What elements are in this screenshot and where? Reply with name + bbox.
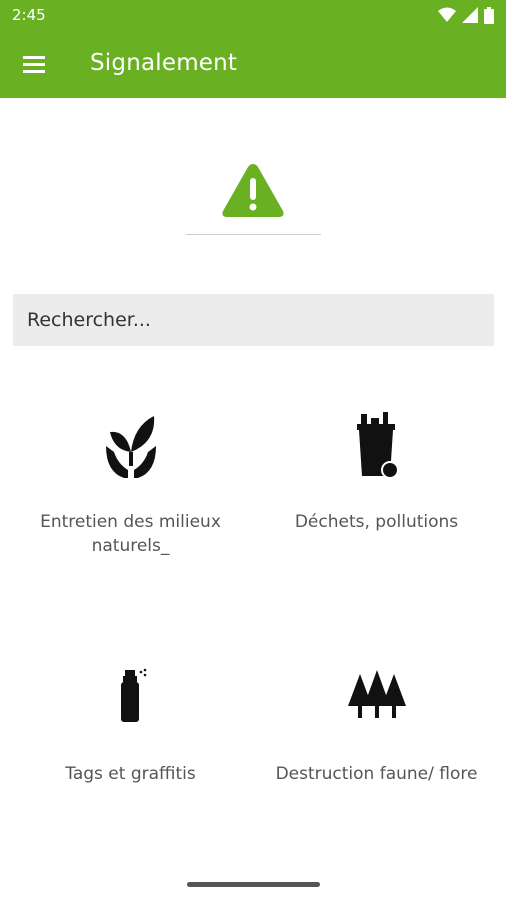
wifi-icon bbox=[438, 7, 456, 22]
battery-icon bbox=[484, 6, 494, 24]
alert-header bbox=[0, 98, 506, 248]
gesture-bar[interactable] bbox=[187, 882, 320, 887]
status-bar: 2:45 bbox=[0, 0, 506, 30]
category-entretien[interactable]: Entretien des milieux naturels_ bbox=[4, 412, 257, 558]
page-title: Signalement bbox=[90, 50, 238, 76]
category-label: Tags et graffitis bbox=[65, 764, 196, 784]
system-icons bbox=[438, 6, 494, 24]
trash-bin-icon bbox=[356, 412, 399, 479]
search-input[interactable] bbox=[25, 308, 482, 332]
warning-icon bbox=[222, 164, 284, 217]
category-dechets[interactable]: Déchets, pollutions bbox=[250, 412, 503, 534]
trees-icon bbox=[347, 670, 406, 718]
category-tags[interactable]: Tags et graffitis bbox=[4, 666, 257, 786]
search-box[interactable] bbox=[13, 294, 494, 346]
plant-hands-icon bbox=[105, 416, 156, 478]
alert-divider bbox=[186, 234, 321, 235]
spray-can-icon bbox=[120, 668, 146, 722]
status-time: 2:45 bbox=[12, 6, 46, 24]
app-bar: Signalement bbox=[0, 30, 506, 98]
category-label: Déchets, pollutions bbox=[294, 512, 459, 532]
signal-icon bbox=[462, 7, 478, 23]
category-label: Destruction faune/ flore bbox=[275, 764, 478, 784]
category-destruction[interactable]: Destruction faune/ flore bbox=[250, 666, 503, 786]
menu-icon[interactable] bbox=[20, 50, 50, 78]
category-label: Entretien des milieux naturels_ bbox=[40, 512, 221, 556]
